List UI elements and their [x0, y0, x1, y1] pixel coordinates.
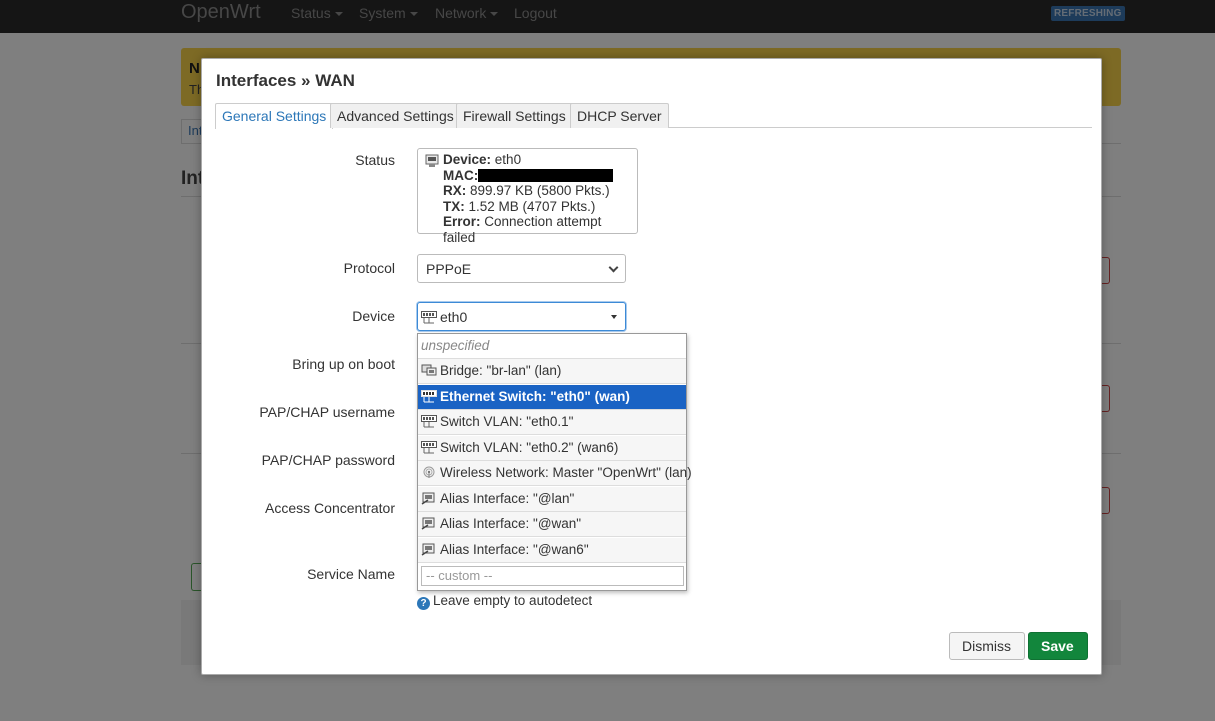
alias-icon — [421, 517, 435, 530]
hint-text: Leave empty to autodetect — [433, 593, 593, 608]
option-label: unspecified — [421, 338, 490, 353]
status-device-value: eth0 — [494, 152, 522, 167]
custom-device-input[interactable]: -- custom -- — [421, 566, 684, 586]
option-label: Bridge: "br-lan" (lan) — [440, 363, 562, 378]
save-button[interactable]: Save — [1028, 632, 1088, 660]
dropdown-option-alias-wan6[interactable]: Alias Interface: "@wan6" — [418, 538, 686, 563]
status-error-key: Error: — [443, 214, 481, 229]
tab-firewall-settings[interactable]: Firewall Settings — [456, 103, 573, 128]
modal-title: Interfaces » WAN — [216, 71, 355, 90]
bring-up-label: Bring up on boot — [292, 356, 395, 372]
option-label: Switch VLAN: "eth0.2" (wan6) — [440, 440, 619, 455]
status-device-key: Device: — [443, 152, 492, 167]
protocol-label: Protocol — [343, 260, 395, 276]
network-port-icon — [425, 154, 439, 167]
device-select[interactable]: eth0 — [417, 302, 626, 331]
status-device-line: Device: eth0 — [443, 152, 631, 168]
dropdown-option-bridge[interactable]: Bridge: "br-lan" (lan) — [418, 359, 686, 384]
dropdown-option-alias-wan[interactable]: Alias Interface: "@wan" — [418, 512, 686, 537]
bridge-icon — [421, 364, 437, 376]
protocol-value: PPPoE — [426, 261, 472, 277]
dropdown-option-unspecified[interactable]: unspecified — [418, 334, 686, 359]
protocol-select[interactable]: PPPoE — [417, 254, 626, 283]
dismiss-button[interactable]: Dismiss — [949, 632, 1025, 660]
wireless-icon — [423, 466, 435, 478]
status-rx-key: RX: — [443, 183, 467, 198]
mac-redacted — [478, 168, 614, 182]
status-rx-line: RX: 899.97 KB (5800 Pkts.) — [443, 183, 631, 199]
status-tx-key: TX: — [443, 198, 465, 214]
dropdown-option-switch-vlan-eth0-2[interactable]: Switch VLAN: "eth0.2" (wan6) — [418, 436, 686, 461]
caret-down-icon — [611, 315, 617, 319]
status-error-line: Error: Connection attempt failed — [443, 214, 631, 245]
chevron-down-icon — [608, 262, 619, 273]
option-label: Ethernet Switch: "eth0" (wan) — [440, 389, 630, 404]
tab-advanced-settings[interactable]: Advanced Settings — [330, 103, 461, 128]
dropdown-option-alias-lan[interactable]: Alias Interface: "@lan" — [418, 487, 686, 512]
tab-general-settings[interactable]: General Settings — [215, 103, 334, 129]
device-label: Device — [352, 308, 395, 324]
status-tx-line: TX: 1.52 MB (4707 Pkts.) — [443, 199, 631, 215]
option-label: Switch VLAN: "eth0.1" — [440, 414, 574, 429]
status-rx-value: 899.97 KB (5800 Pkts.) — [470, 183, 610, 198]
switch-vlan-icon — [421, 441, 437, 454]
switch-vlan-icon — [421, 415, 437, 428]
username-label: PAP/CHAP username — [259, 404, 395, 420]
modal-tabs: General Settings Advanced Settings Firew… — [215, 103, 1092, 129]
dropdown-option-switch-vlan-eth0-1[interactable]: Switch VLAN: "eth0.1" — [418, 410, 686, 435]
ethernet-switch-icon — [421, 390, 437, 403]
interface-modal: Interfaces » WAN General Settings Advanc… — [201, 58, 1102, 675]
service-name-label: Service Name — [307, 566, 395, 582]
device-dropdown: unspecified Bridge: "br-lan" (lan) Ether… — [417, 333, 692, 591]
ethernet-switch-icon — [421, 311, 437, 324]
status-mac-key: MAC: — [443, 167, 479, 183]
status-label: Status — [355, 152, 395, 168]
help-icon: ? — [417, 597, 430, 610]
dropdown-option-wireless[interactable]: Wireless Network: Master "OpenWrt" (lan) — [418, 461, 692, 486]
alias-icon — [421, 543, 435, 556]
option-label: Alias Interface: "@wan6" — [440, 542, 589, 557]
concentrator-label: Access Concentrator — [265, 500, 395, 516]
status-mac-line: MAC: — [443, 168, 631, 184]
status-box: Device: eth0 MAC: RX: 899.97 KB (5800 Pk… — [417, 148, 638, 245]
tab-dhcp-server[interactable]: DHCP Server — [570, 103, 669, 128]
option-label: Wireless Network: Master "OpenWrt" (lan) — [440, 465, 692, 480]
option-label: Alias Interface: "@lan" — [440, 491, 575, 506]
password-label: PAP/CHAP password — [261, 452, 395, 468]
option-label: Alias Interface: "@wan" — [440, 516, 582, 531]
device-value: eth0 — [440, 309, 468, 325]
status-tx-value: 1.52 MB (4707 Pkts.) — [468, 198, 596, 214]
alias-icon — [421, 492, 435, 505]
service-name-hint: ? Leave empty to autodetect — [417, 593, 592, 610]
dropdown-option-ethernet-switch[interactable]: Ethernet Switch: "eth0" (wan) — [418, 385, 686, 410]
